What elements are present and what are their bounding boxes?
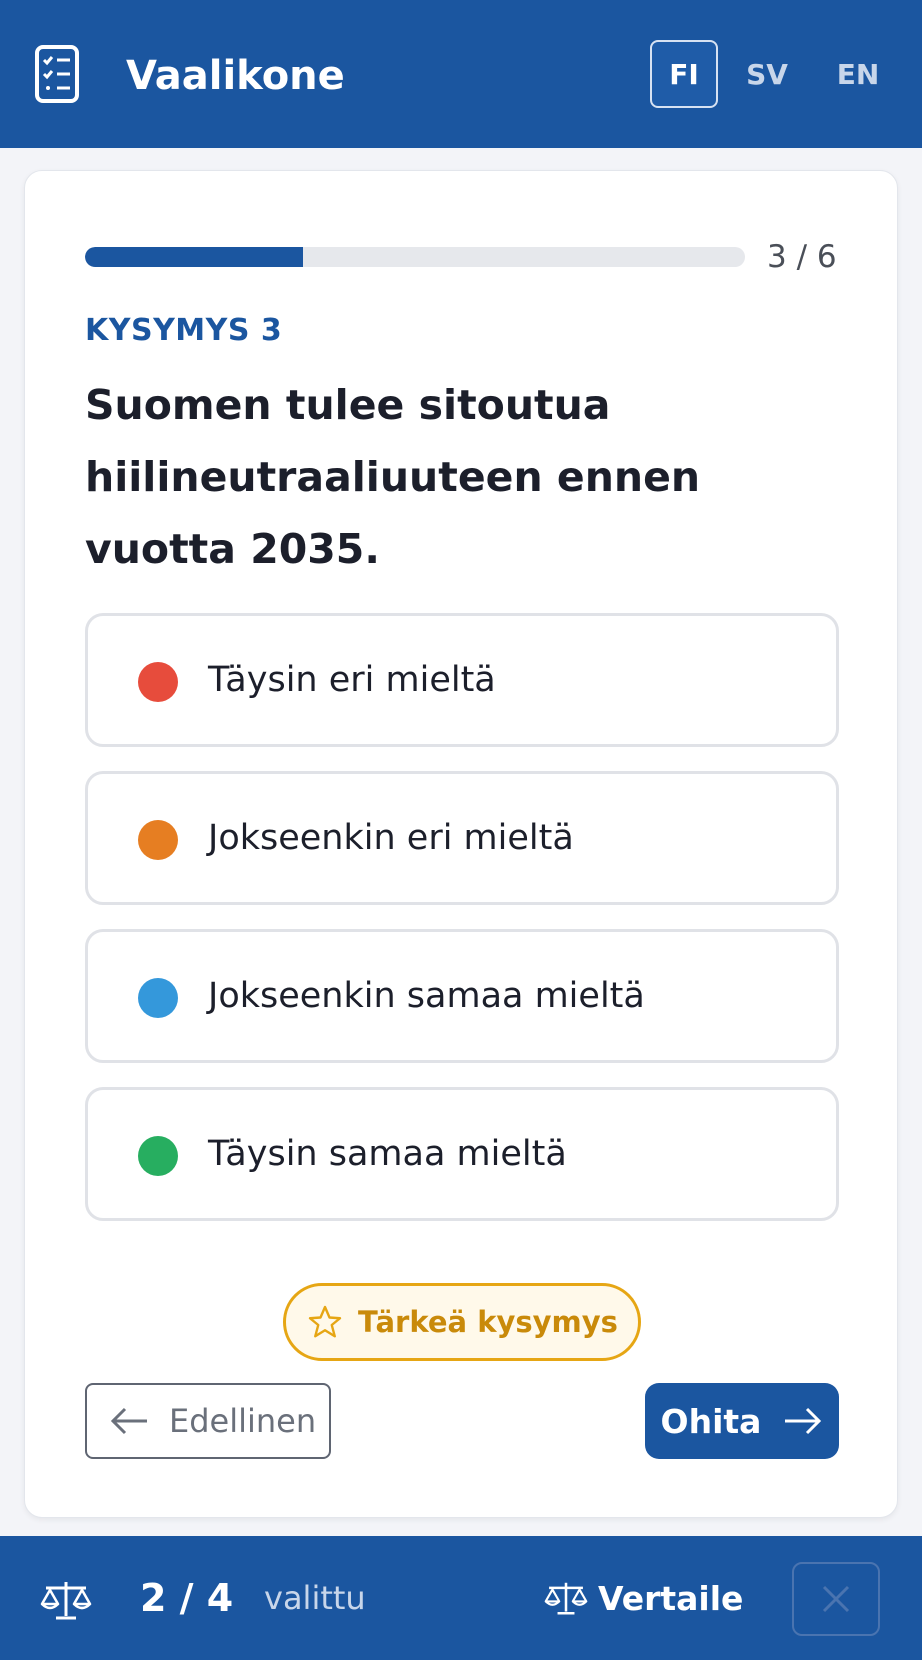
compare-bar: 2 / 4 valittu Vertaile	[0, 1536, 922, 1660]
option-strongly-disagree[interactable]: Täysin eri mieltä	[85, 613, 839, 747]
orange-dot-icon	[138, 820, 178, 860]
blue-dot-icon	[138, 978, 178, 1018]
skip-button[interactable]: Ohita	[645, 1383, 839, 1459]
close-icon	[822, 1585, 850, 1613]
lang-fi-button[interactable]: FI	[650, 40, 718, 108]
app-title: Vaalikone	[126, 53, 345, 99]
question-card: 3 / 6 KYSYMYS 3 Suomen tulee sitoutua hi…	[24, 170, 898, 1518]
checklist-icon	[35, 45, 79, 103]
option-somewhat-agree[interactable]: Jokseenkin samaa mieltä	[85, 929, 839, 1063]
important-question-button[interactable]: Tärkeä kysymys	[283, 1283, 641, 1361]
option-label: Täysin eri mieltä	[208, 660, 496, 700]
option-somewhat-disagree[interactable]: Jokseenkin eri mieltä	[85, 771, 839, 905]
option-label: Jokseenkin eri mieltä	[208, 818, 574, 858]
lang-sv-button[interactable]: SV	[733, 40, 801, 108]
lang-en-button[interactable]: EN	[824, 40, 892, 108]
compare-button[interactable]: Vertaile	[544, 1570, 743, 1626]
selected-count: 2 / 4	[140, 1576, 234, 1620]
scale-icon	[544, 1582, 588, 1615]
arrow-left-icon	[110, 1407, 147, 1435]
progress-fill	[85, 247, 303, 267]
option-label: Täysin samaa mieltä	[208, 1134, 567, 1174]
important-label: Tärkeä kysymys	[358, 1305, 618, 1339]
green-dot-icon	[138, 1136, 178, 1176]
arrow-right-icon	[785, 1407, 822, 1435]
star-icon	[308, 1305, 342, 1338]
option-strongly-agree[interactable]: Täysin samaa mieltä	[85, 1087, 839, 1221]
skip-label: Ohita	[660, 1401, 762, 1441]
scale-icon	[40, 1582, 92, 1620]
previous-label: Edellinen	[169, 1402, 317, 1440]
progress-counter: 3 / 6	[767, 239, 837, 275]
red-dot-icon	[138, 662, 178, 702]
app-header: Vaalikone FI SV EN	[0, 0, 922, 148]
question-text: Suomen tulee sitoutua hiilineutraaliuute…	[85, 381, 701, 573]
compare-label: Vertaile	[598, 1578, 744, 1618]
clear-selection-button[interactable]	[792, 1562, 880, 1636]
selected-status: valittu	[264, 1579, 366, 1617]
progress-bar	[85, 247, 745, 267]
option-label: Jokseenkin samaa mieltä	[208, 976, 645, 1016]
previous-button[interactable]: Edellinen	[85, 1383, 331, 1459]
question-number: KYSYMYS 3	[85, 313, 283, 348]
